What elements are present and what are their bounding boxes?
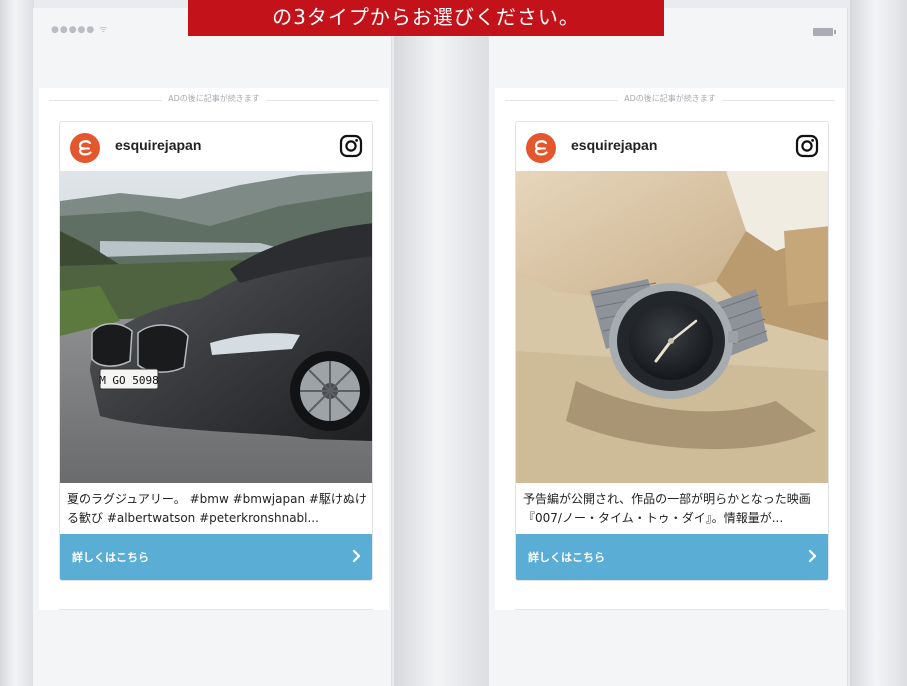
learn-more-label: 詳しくはこちら: [528, 551, 605, 564]
username[interactable]: esquirejapan: [571, 137, 657, 153]
article-content: ADの後に記事が続きます esquirejapan: [39, 88, 389, 610]
instagram-icon[interactable]: [339, 134, 363, 158]
instagram-ad-card[interactable]: esquirejapan: [515, 121, 829, 581]
learn-more-button[interactable]: 詳しくはこちら: [516, 534, 828, 580]
chevron-right-icon: [352, 549, 361, 563]
article-content: ADの後に記事が続きます esquirejapan: [495, 88, 845, 610]
phone-mockup-right: ADの後に記事が続きます esquirejapan 予告編が公開され、作品の一部…: [488, 8, 848, 686]
license-plate: M GO 5098: [99, 374, 159, 387]
esquire-logo-icon: [78, 140, 92, 156]
username[interactable]: esquirejapan: [115, 137, 201, 153]
ad-notice-text: ADの後に記事が続きます: [162, 94, 266, 103]
background-gap-right: [850, 0, 907, 686]
ad-notice-text: ADの後に記事が続きます: [618, 94, 722, 103]
instagram-ad-card[interactable]: esquirejapan: [59, 121, 373, 581]
car-photo[interactable]: M GO 5098: [60, 171, 372, 483]
instagram-icon[interactable]: [795, 134, 819, 158]
background-gap-left: [0, 0, 34, 686]
learn-more-button[interactable]: 詳しくはこちら: [60, 534, 372, 580]
card-header: esquirejapan: [60, 122, 372, 171]
chevron-right-icon: [808, 549, 817, 563]
card-header: esquirejapan: [516, 122, 828, 171]
ad-notice: ADの後に記事が続きます: [495, 92, 845, 108]
watch-photo[interactable]: [516, 171, 828, 483]
learn-more-label: 詳しくはこちら: [72, 551, 149, 564]
battery-icon: [813, 28, 836, 36]
ad-notice: ADの後に記事が続きます: [39, 92, 389, 108]
phone-mockup-left: ●●●●● ᯤ ADの後に記事が続きます esquirejapan M GO 5…: [32, 8, 392, 686]
esquire-logo-icon: [534, 140, 548, 156]
headline-banner: の3タイプからお選びください。: [188, 0, 664, 36]
avatar[interactable]: [70, 133, 100, 163]
divider: [59, 609, 373, 610]
post-caption: 予告編が公開され、作品の一部が明らかとなった映画『007/ノー・タイム・トゥ・ダ…: [523, 492, 811, 525]
banner-text: の3タイプからお選びください。: [272, 5, 580, 29]
signal-icon: ●●●●● ᯤ: [51, 25, 109, 35]
background-gap-middle: [394, 0, 488, 686]
divider: [515, 609, 829, 610]
post-caption: 夏のラグジュアリー。 #bmw #bmwjapan #駆けぬける歓び #albe…: [67, 492, 367, 525]
avatar[interactable]: [526, 133, 556, 163]
